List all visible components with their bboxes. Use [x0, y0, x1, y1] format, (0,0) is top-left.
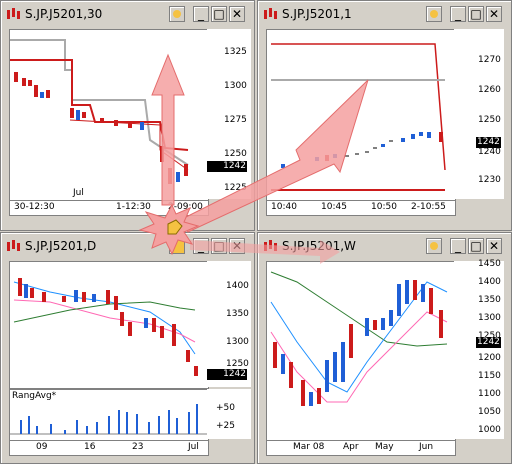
time-label: Mar 08 — [293, 442, 325, 452]
candlestick-plot — [10, 39, 189, 184]
chart-app-icon — [7, 240, 20, 251]
price-label: 1260 — [478, 85, 501, 95]
price-label: 1275 — [224, 115, 247, 125]
link-dot-button[interactable] — [426, 238, 442, 254]
price-chart[interactable] — [266, 261, 456, 441]
sub-time-label: Jul — [73, 188, 84, 198]
time-label: 23 — [132, 442, 144, 452]
chart-app-icon — [264, 240, 277, 251]
price-chart[interactable] — [9, 29, 209, 201]
price-label: 1450 — [478, 259, 501, 269]
close-button[interactable]: ✕ — [229, 6, 245, 22]
price-axis: 1400 1350 1300 1250 1242 — [207, 261, 251, 387]
window-title: S.JP.J5201,1 — [282, 7, 352, 21]
minimize-button[interactable]: _ — [193, 6, 209, 22]
price-label: 1250 — [478, 115, 501, 125]
price-label: 1150 — [478, 371, 501, 381]
time-label: Jun — [419, 442, 434, 452]
price-label: 1300 — [224, 81, 247, 91]
price-label: 1270 — [478, 55, 501, 65]
price-label: 1350 — [478, 295, 501, 305]
maximize-button[interactable]: □ — [211, 6, 227, 22]
price-label: 1225 — [224, 183, 247, 193]
minimize-button[interactable]: _ — [193, 238, 209, 254]
chart-window-daily[interactable]: S.JP.J5201,D _ □ ✕ 1400 1350 1300 1250 1… — [0, 232, 255, 464]
time-label: Apr — [343, 442, 359, 452]
price-label: 1000 — [478, 425, 501, 435]
chart-app-icon — [264, 8, 277, 19]
price-label: 1400 — [478, 277, 501, 287]
indicator-value-label: +50 — [216, 403, 235, 413]
time-label: 10:40 — [271, 202, 297, 212]
close-button[interactable]: ✕ — [486, 238, 502, 254]
price-axis: 1450 1400 1350 1300 1250 1242 1200 1150 … — [454, 259, 504, 439]
indicator-axis: +50 +25 — [207, 389, 251, 439]
link-dot-button[interactable] — [426, 6, 442, 22]
candlestick-plot — [270, 271, 448, 406]
title-bar[interactable]: S.JP.J5201,30 _ □ ✕ — [3, 3, 252, 25]
price-label: 1200 — [478, 353, 501, 363]
time-label: 09 — [36, 442, 48, 452]
close-button[interactable]: ✕ — [229, 238, 245, 254]
price-label: 1250 — [226, 359, 249, 369]
maximize-button[interactable]: □ — [211, 238, 227, 254]
minimize-button[interactable]: _ — [450, 238, 466, 254]
time-label: 10:45 — [321, 202, 347, 212]
time-label: 16 — [84, 442, 96, 452]
price-label: 1100 — [478, 389, 501, 399]
time-axis: 09 16 23 Jul — [9, 440, 209, 456]
price-axis: 1325 1300 1275 1250 1242 1225 — [207, 29, 251, 199]
time-label: 2-10:55 — [411, 202, 446, 212]
time-label: Jul — [188, 442, 199, 452]
price-chart[interactable] — [9, 261, 209, 389]
price-label: 1300 — [226, 337, 249, 347]
chart-window-1min[interactable]: S.JP.J5201,1 _ □ ✕ 1270 1260 1250 1242 1… — [257, 0, 512, 231]
price-label: 1240 — [478, 147, 501, 157]
time-axis: 10:40 10:45 10:50 2-10:55 — [266, 200, 456, 216]
price-label: 1230 — [478, 175, 501, 185]
candlestick-plot — [13, 278, 198, 376]
title-bar[interactable]: S.JP.J5201,D _ □ ✕ — [3, 235, 252, 257]
title-bar[interactable]: S.JP.J5201,1 _ □ ✕ — [260, 3, 509, 25]
minimize-button[interactable]: _ — [450, 6, 466, 22]
link-dot-button[interactable] — [169, 6, 185, 22]
time-label: 2-09:00 — [168, 202, 203, 212]
price-label: 1250 — [224, 149, 247, 159]
time-axis: Mar 08 Apr May Jun — [266, 440, 456, 456]
price-label: 1400 — [226, 281, 249, 291]
chart-window-weekly[interactable]: S.JP.J5201,W _ □ ✕ 1450 1400 1350 1300 1… — [257, 232, 512, 464]
link-dot-button[interactable] — [169, 238, 185, 254]
chart-window-30min[interactable]: S.JP.J5201,30 _ □ ✕ 1325 1300 1275 1250 … — [0, 0, 255, 231]
price-label: 1350 — [226, 309, 249, 319]
price-label: 1300 — [478, 313, 501, 323]
time-label: May — [375, 442, 394, 452]
price-chart[interactable] — [266, 29, 456, 201]
time-axis: 30-12:30 1-12:30 2-09:00 — [9, 200, 209, 216]
title-bar[interactable]: S.JP.J5201,W _ □ ✕ — [260, 235, 509, 257]
close-button[interactable]: ✕ — [486, 6, 502, 22]
maximize-button[interactable]: □ — [468, 238, 484, 254]
chart-app-icon — [7, 8, 20, 19]
window-title: S.JP.J5201,30 — [25, 7, 103, 21]
indicator-value-label: +25 — [216, 421, 235, 431]
indicator-panel[interactable]: RangAvg* — [9, 389, 209, 441]
price-axis: 1270 1260 1250 1242 1240 1230 — [454, 29, 504, 199]
window-title: S.JP.J5201,D — [25, 239, 97, 253]
candlestick-plot — [271, 43, 446, 191]
time-label: 1-12:30 — [116, 202, 151, 212]
window-title: S.JP.J5201,W — [282, 239, 356, 253]
maximize-button[interactable]: □ — [468, 6, 484, 22]
current-price-marker: 1242 — [207, 161, 247, 172]
price-label: 1050 — [478, 407, 501, 417]
current-price-marker: 1242 — [207, 369, 247, 380]
time-label: 10:50 — [371, 202, 397, 212]
current-price-marker: 1242 — [476, 337, 501, 348]
time-label: 30-12:30 — [14, 202, 55, 212]
price-label: 1325 — [224, 47, 247, 57]
indicator-bars — [10, 404, 208, 435]
